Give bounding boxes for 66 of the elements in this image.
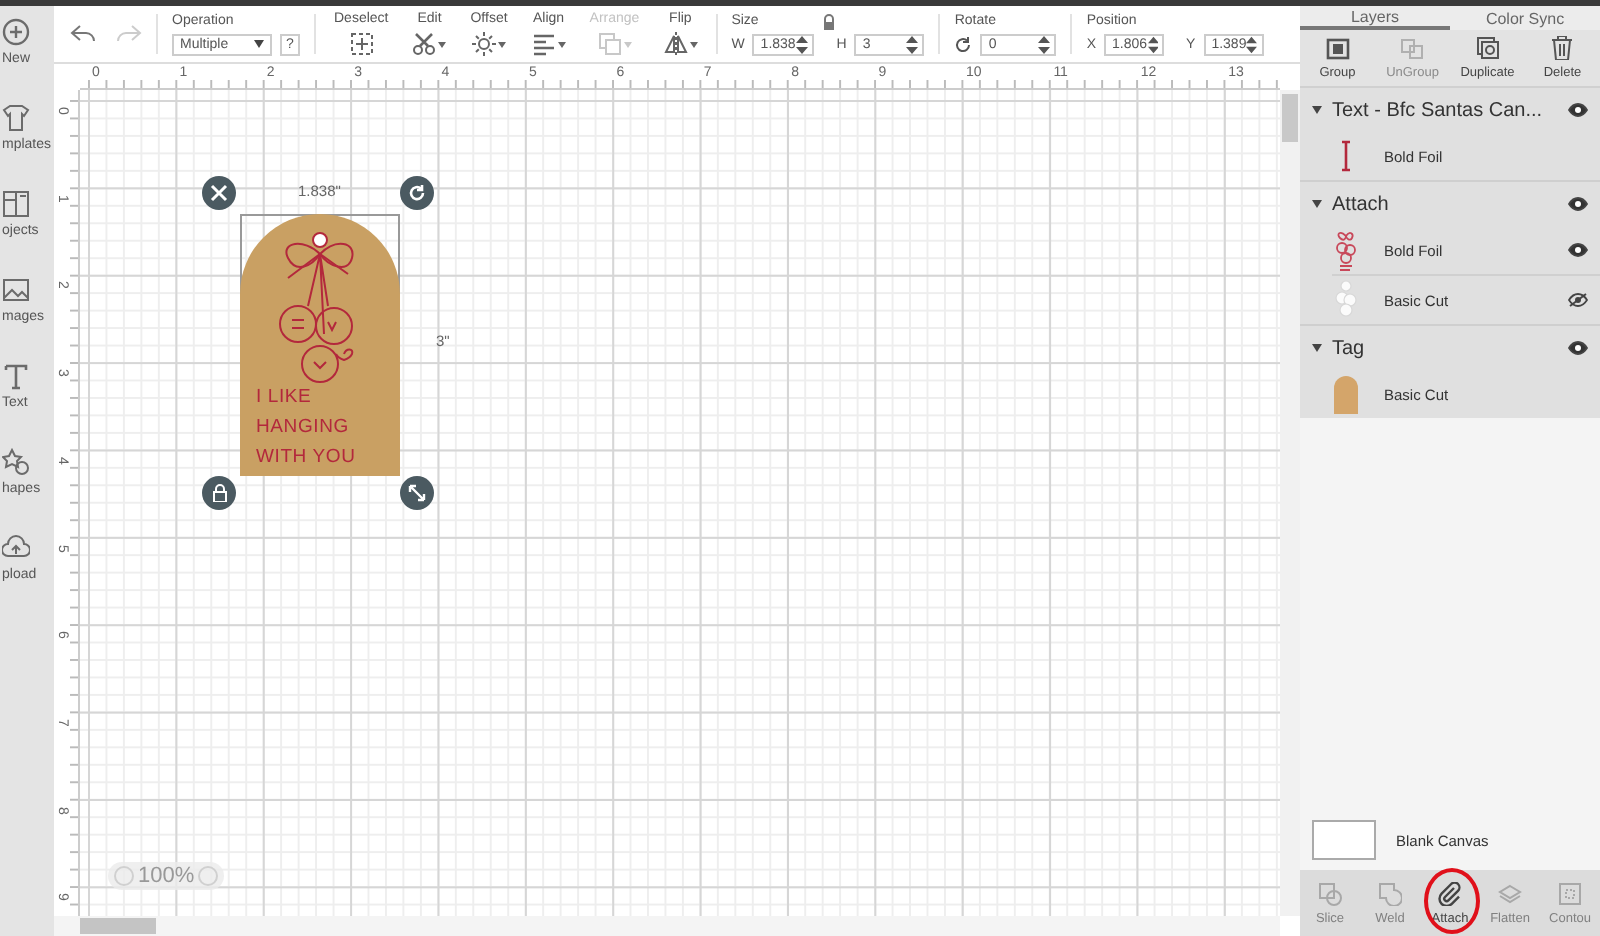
undo-icon[interactable] <box>70 24 96 44</box>
deselect-icon <box>349 32 374 56</box>
lock-icon[interactable] <box>202 476 236 510</box>
offset-icon <box>472 32 496 56</box>
caret-icon <box>557 41 566 47</box>
rotate-icon[interactable] <box>954 35 973 53</box>
caret-icon[interactable] <box>1312 106 1322 114</box>
templates-icon[interactable] <box>2 104 30 132</box>
edit-icon <box>412 32 437 56</box>
delete-icon <box>1552 36 1573 60</box>
layer-thumbnail <box>1332 278 1360 322</box>
edit-button[interactable] <box>412 32 447 56</box>
spinner-icon[interactable] <box>1147 35 1159 53</box>
horizontal-scrollbar[interactable] <box>54 916 1280 936</box>
tag-text: I LIKE HANGING WITH YOU <box>256 384 356 472</box>
panel-tab[interactable]: Color Sync <box>1450 6 1600 30</box>
weld-icon <box>1378 881 1402 905</box>
tag-drawing[interactable] <box>240 214 400 476</box>
spinner-icon[interactable] <box>906 35 919 53</box>
close-icon[interactable] <box>202 176 236 210</box>
eye-icon[interactable] <box>1568 292 1588 308</box>
layer-group-name[interactable]: Tag <box>1332 337 1558 359</box>
caret-icon[interactable] <box>1312 344 1322 352</box>
zoom-level: 100% <box>138 864 195 888</box>
resize-handle-icon[interactable] <box>400 476 434 510</box>
arrange-icon <box>597 32 622 56</box>
flip-button[interactable] <box>663 32 698 56</box>
deselect-button[interactable] <box>349 32 374 56</box>
tag-thumbnail <box>1332 375 1360 413</box>
text-icon[interactable] <box>2 362 30 390</box>
offset-button[interactable] <box>472 32 506 56</box>
caret-icon <box>498 41 506 47</box>
projects-icon[interactable] <box>2 190 30 218</box>
canvas-swatch[interactable] <box>1312 820 1376 860</box>
images-icon[interactable] <box>2 276 30 304</box>
spinner-icon[interactable] <box>1246 35 1258 53</box>
group-icon <box>1325 37 1350 59</box>
caret-icon <box>689 41 698 47</box>
ungroup-icon <box>1400 37 1425 59</box>
layer-group-name[interactable]: Text - Bfc Santas Can... <box>1332 99 1558 121</box>
rotate-handle-icon[interactable] <box>400 176 434 210</box>
align-button[interactable] <box>531 32 566 56</box>
shapes-icon[interactable] <box>2 448 30 476</box>
caret-icon <box>254 40 264 48</box>
upload-icon[interactable] <box>2 534 30 562</box>
layer-group-name[interactable]: Attach <box>1332 193 1558 215</box>
eye-icon[interactable] <box>1568 196 1588 212</box>
align-icon <box>531 32 556 56</box>
eye-icon[interactable] <box>1568 242 1588 258</box>
lock-icon[interactable] <box>822 13 837 29</box>
caret-icon <box>438 41 447 47</box>
vertical-scrollbar[interactable] <box>1280 90 1300 916</box>
duplicate-icon <box>1475 36 1500 60</box>
new-icon[interactable] <box>2 18 30 46</box>
flatten-icon <box>1498 881 1522 905</box>
flip-icon <box>663 32 688 56</box>
spinner-icon[interactable] <box>796 35 809 53</box>
eye-icon[interactable] <box>1568 340 1588 356</box>
layer-thumbnail <box>1332 228 1360 272</box>
caret-icon <box>623 41 632 47</box>
attach-icon <box>1438 881 1462 905</box>
eye-icon[interactable] <box>1568 102 1588 118</box>
slice-icon <box>1318 881 1342 905</box>
spinner-icon[interactable] <box>1038 35 1051 53</box>
caret-icon[interactable] <box>1312 200 1322 208</box>
contour-icon <box>1558 881 1582 905</box>
